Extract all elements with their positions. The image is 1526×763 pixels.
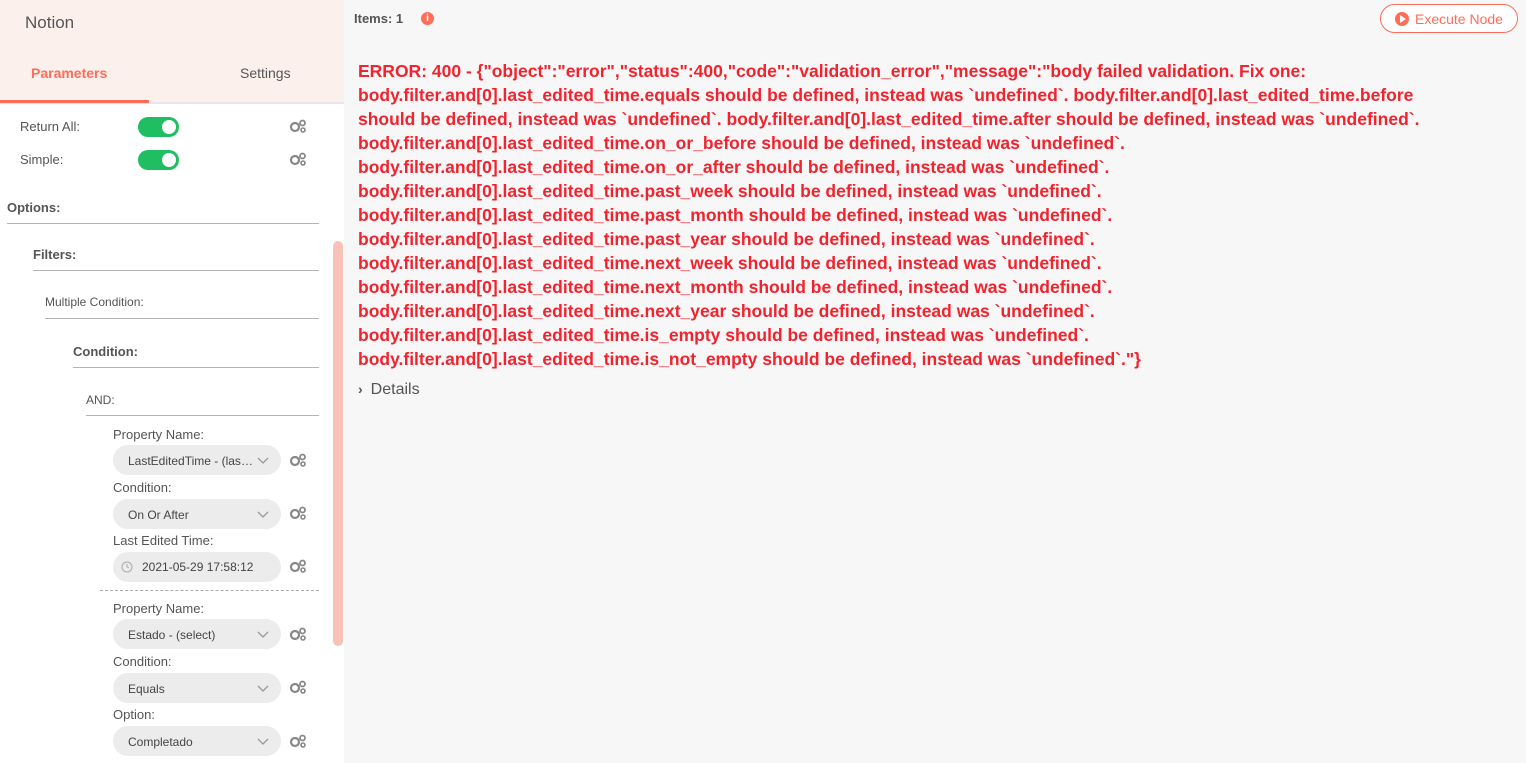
condition-select[interactable]: On Or After — [113, 499, 281, 529]
tab-parameters[interactable]: Parameters — [31, 65, 107, 81]
datetime-input[interactable]: 2021-05-29 17:58:12 — [113, 552, 281, 582]
scrollbar-thumb[interactable] — [333, 241, 343, 646]
chevron-down-icon — [257, 457, 269, 464]
error-line: body.filter.and[0].last_edited_time.next… — [358, 253, 1102, 273]
property-name-value: LastEditedTime - (last_edited_time) — [128, 454, 253, 468]
and-divider — [86, 415, 319, 416]
error-line: should be defined, instead was `undefine… — [358, 109, 1420, 129]
error-line: body.filter.and[0].last_edited_time.on_o… — [358, 157, 1110, 177]
gear-icon[interactable] — [289, 453, 307, 467]
node-parameters-panel: Notion Parameters Settings Return All: S… — [0, 0, 344, 763]
play-icon — [1395, 12, 1409, 26]
details-toggle[interactable]: › Details — [358, 381, 420, 399]
error-line: body.filter.and[0].last_edited_time.past… — [358, 181, 1102, 201]
option-select[interactable]: Completado — [113, 726, 281, 756]
error-line: ERROR: 400 - {"object":"error","status":… — [358, 61, 1307, 81]
gear-icon[interactable] — [289, 119, 307, 133]
multiple-condition-divider — [45, 318, 319, 319]
active-tab-indicator — [0, 100, 149, 103]
condition-select[interactable]: Equals — [113, 673, 281, 703]
gear-icon[interactable] — [289, 152, 307, 166]
options-divider — [7, 223, 319, 224]
option-label: Option: — [113, 707, 155, 722]
chevron-down-icon — [257, 738, 269, 745]
option-value: Completado — [128, 735, 193, 749]
condition-value: On Or After — [128, 508, 189, 522]
condition-divider — [73, 367, 319, 368]
last-edited-time-label: Last Edited Time: — [113, 533, 214, 548]
error-line: body.filter.and[0].last_edited_time.equa… — [358, 85, 1414, 105]
panel-header: Notion Parameters Settings — [0, 0, 344, 104]
property-name-select[interactable]: LastEditedTime - (last_edited_time) — [113, 445, 281, 475]
parameters-body: Return All: Simple: Options: Filters: Mu… — [0, 104, 344, 763]
filters-divider — [33, 270, 319, 271]
condition-label: Condition: — [113, 480, 172, 495]
tab-settings[interactable]: Settings — [240, 65, 291, 81]
filters-label: Filters: — [33, 247, 77, 262]
error-line: body.filter.and[0].last_edited_time.is_e… — [358, 325, 1089, 345]
chevron-down-icon — [257, 511, 269, 518]
return-all-toggle[interactable] — [138, 117, 179, 137]
execute-node-button[interactable]: Execute Node — [1380, 4, 1518, 33]
property-name-value: Estado - (select) — [128, 628, 216, 642]
property-name-label: Property Name: — [113, 427, 205, 442]
chevron-down-icon — [257, 685, 269, 692]
error-line: body.filter.and[0].last_edited_time.on_o… — [358, 133, 1125, 153]
gear-icon[interactable] — [289, 506, 307, 520]
caret-right-icon: › — [358, 381, 363, 397]
simple-label: Simple: — [20, 152, 64, 167]
options-label: Options: — [7, 200, 61, 215]
node-title[interactable]: Notion — [25, 13, 74, 33]
details-label: Details — [370, 381, 420, 398]
error-line: body.filter.and[0].last_edited_time.past… — [358, 205, 1113, 225]
gear-icon[interactable] — [289, 680, 307, 694]
info-icon[interactable]: i — [421, 12, 434, 25]
property-name-select[interactable]: Estado - (select) — [113, 619, 281, 649]
and-label: AND: — [86, 393, 115, 407]
property-name-label: Property Name: — [113, 601, 205, 616]
items-count: Items: 1 — [354, 11, 404, 26]
condition-label: Condition: — [113, 654, 172, 669]
error-message: ERROR: 400 - {"object":"error","status":… — [358, 59, 1518, 371]
multiple-condition-label: Multiple Condition: — [45, 295, 144, 309]
chevron-down-icon — [257, 631, 269, 638]
clock-icon — [121, 561, 133, 573]
condition-value: Equals — [128, 682, 165, 696]
condition-group-label: Condition: — [73, 344, 138, 359]
error-line: body.filter.and[0].last_edited_time.next… — [358, 301, 1095, 321]
error-line: body.filter.and[0].last_edited_time.next… — [358, 277, 1113, 297]
gear-icon[interactable] — [289, 627, 307, 641]
simple-toggle[interactable] — [138, 150, 179, 170]
return-all-label: Return All: — [20, 119, 80, 134]
error-line: body.filter.and[0].last_edited_time.is_n… — [358, 349, 1141, 369]
error-line: body.filter.and[0].last_edited_time.past… — [358, 229, 1095, 249]
gear-icon[interactable] — [289, 734, 307, 748]
datetime-value: 2021-05-29 17:58:12 — [142, 560, 254, 574]
condition-separator — [100, 590, 319, 591]
gear-icon[interactable] — [289, 559, 307, 573]
execute-node-label: Execute Node — [1415, 11, 1503, 27]
